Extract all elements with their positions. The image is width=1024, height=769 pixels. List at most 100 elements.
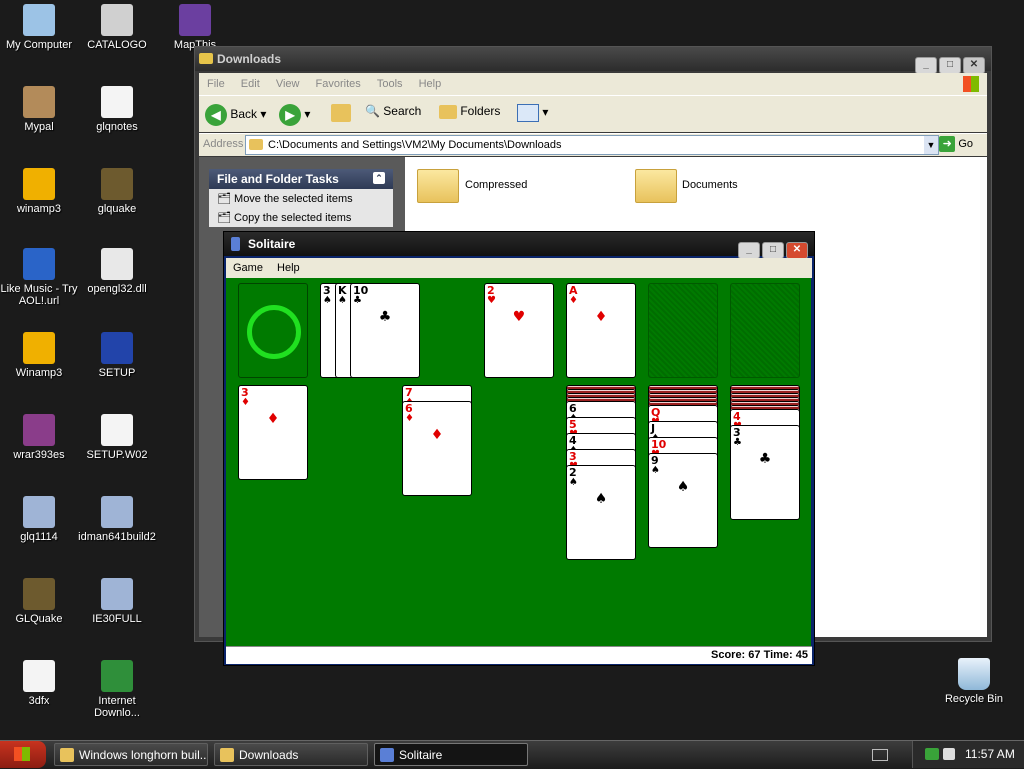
menu-edit[interactable]: Edit	[241, 78, 260, 90]
card-suit: ♥	[487, 295, 496, 306]
minimize-button[interactable]: _	[915, 57, 937, 74]
desktop-icon[interactable]: SETUP	[78, 332, 156, 379]
solitaire-icon	[231, 237, 240, 251]
back-button[interactable]: ◀ Back ▾	[205, 104, 266, 126]
recycle-bin[interactable]: Recycle Bin	[935, 658, 1013, 705]
desktop-icon[interactable]: glq1114	[0, 496, 78, 543]
search-button[interactable]: 🔍 Search	[365, 104, 421, 118]
explorer-toolbar: ◀ Back ▾ ▶ ▾ 🔍 Search Folders ▾	[199, 95, 987, 132]
task-move[interactable]: 🗂 Move the selected items	[209, 189, 393, 208]
desktop-icon-label: 3dfx	[28, 695, 50, 707]
desktop-icon[interactable]: Mypal	[0, 86, 78, 133]
move-icon: 🗂	[217, 193, 231, 205]
forward-button[interactable]: ▶ ▾	[279, 104, 310, 126]
desktop-icon[interactable]: MapThis	[156, 4, 234, 51]
maximize-button[interactable]: □	[762, 242, 784, 259]
taskbar: Windows longhorn buil... Downloads Solit…	[0, 740, 1024, 769]
document-icon	[101, 86, 133, 118]
recycle-bin-label: Recycle Bin	[944, 693, 1004, 705]
keyboard-icon[interactable]	[872, 749, 888, 761]
taskbar-button-solitaire[interactable]: Solitaire	[374, 743, 528, 766]
desktop-icon[interactable]: Like Music - Try AOL!.url	[0, 248, 78, 307]
desktop-icon[interactable]: My Computer	[0, 4, 78, 51]
desktop-icon[interactable]: wrar393es	[0, 414, 78, 461]
address-input[interactable]: C:\Documents and Settings\VM2\My Documen…	[245, 135, 939, 155]
close-button[interactable]: ✕	[963, 57, 985, 74]
desktop-icon[interactable]: SETUP.W02	[78, 414, 156, 461]
card-suit: ♦	[241, 397, 250, 408]
taskbar-button-longhorn[interactable]: Windows longhorn buil...	[54, 743, 208, 766]
desktop-icon[interactable]: idman641build2	[78, 496, 156, 543]
foundation-slot[interactable]	[648, 283, 718, 378]
desktop-icon[interactable]: glqnotes	[78, 86, 156, 133]
network-icon[interactable]	[925, 748, 939, 760]
tasks-header[interactable]: File and Folder Tasks ⌃	[209, 169, 393, 189]
address-label: Address	[203, 138, 244, 150]
folder-compressed-icon[interactable]	[417, 169, 459, 203]
menu-tools[interactable]: Tools	[377, 78, 403, 90]
desktop-icon-label: glquake	[97, 203, 137, 215]
playing-card[interactable]: 9 ♠ ♠	[648, 453, 718, 548]
card-pip: ♠	[594, 491, 610, 507]
taskbar-longhorn-label: Windows longhorn buil...	[79, 748, 208, 762]
card-suit: ♠	[323, 295, 332, 306]
clock[interactable]: 11:57 AM	[965, 741, 1015, 768]
card-pip: ♦	[266, 411, 282, 427]
desktop-icon[interactable]: CATALOGO	[78, 4, 156, 51]
desktop-icon-label: idman641build2	[78, 531, 156, 543]
task-copy[interactable]: 🗂 Copy the selected items	[209, 208, 393, 227]
playing-card[interactable]: 6 ♦ ♦	[402, 401, 472, 496]
close-button[interactable]: ✕	[786, 242, 808, 259]
stock-pile[interactable]	[238, 283, 308, 378]
folder-documents-icon[interactable]	[635, 169, 677, 203]
desktop-icon[interactable]: GLQuake	[0, 578, 78, 625]
desktop-icon[interactable]: glquake	[78, 168, 156, 215]
desktop-icon[interactable]: opengl32.dll	[78, 248, 156, 295]
windows-flag-icon	[14, 747, 30, 761]
volume-icon[interactable]	[943, 748, 955, 760]
menu-game[interactable]: Game	[233, 262, 263, 274]
playing-card[interactable]: 2 ♥ ♥	[484, 283, 554, 378]
up-folder-button[interactable]	[331, 104, 351, 125]
folder-compressed-label[interactable]: Compressed	[465, 179, 527, 191]
desktop-icon[interactable]: 3dfx	[0, 660, 78, 707]
playing-card[interactable]: 2 ♠ ♠	[566, 465, 636, 560]
card-suit: ♠	[569, 477, 578, 488]
playing-card[interactable]: 3 ♣ ♣	[730, 425, 800, 520]
menu-file[interactable]: File	[207, 78, 225, 90]
desktop-icon[interactable]: Internet Downlo...	[78, 660, 156, 719]
go-button[interactable]: ➜ Go	[939, 136, 973, 152]
explorer-titlebar[interactable]: Downloads _ □ ✕	[195, 47, 991, 74]
desktop-icon-label: glq1114	[20, 531, 58, 543]
collapse-icon[interactable]: ⌃	[373, 172, 385, 184]
folders-button[interactable]: Folders	[439, 104, 500, 119]
playing-card[interactable]: A ♦ ♦	[566, 283, 636, 378]
go-label: Go	[958, 138, 973, 150]
minimize-button[interactable]: _	[738, 242, 760, 259]
installer-icon	[101, 578, 133, 610]
system-tray: 11:57 AM	[912, 741, 1024, 768]
menu-favorites[interactable]: Favorites	[316, 78, 361, 90]
maximize-button[interactable]: □	[939, 57, 961, 74]
desktop-icon[interactable]: IE30FULL	[78, 578, 156, 625]
installer-icon	[23, 496, 55, 528]
menu-view[interactable]: View	[276, 78, 300, 90]
playing-card[interactable]: 3 ♦ ♦	[238, 385, 308, 480]
views-button[interactable]: ▾	[517, 104, 548, 122]
start-button[interactable]	[0, 741, 46, 768]
foundation-slot[interactable]	[730, 283, 800, 378]
address-dropdown-button[interactable]: ▼	[924, 136, 938, 154]
file-folder-tasks-panel: File and Folder Tasks ⌃ 🗂 Move the select…	[209, 169, 393, 227]
card-suit: ♣	[353, 295, 362, 306]
solitaire-titlebar[interactable]: Solitaire _ □ ✕	[224, 232, 814, 259]
menu-help[interactable]: Help	[419, 78, 442, 90]
desktop-icon[interactable]: Winamp3	[0, 332, 78, 379]
card-pip: ♣	[758, 451, 774, 467]
solitaire-icon	[380, 748, 394, 762]
folder-documents-label[interactable]: Documents	[682, 179, 738, 191]
folder-icon	[199, 53, 213, 64]
menu-help[interactable]: Help	[277, 262, 300, 274]
desktop-icon[interactable]: winamp3	[0, 168, 78, 215]
playing-card[interactable]: 10 ♣ ♣	[350, 283, 420, 378]
taskbar-button-downloads[interactable]: Downloads	[214, 743, 368, 766]
